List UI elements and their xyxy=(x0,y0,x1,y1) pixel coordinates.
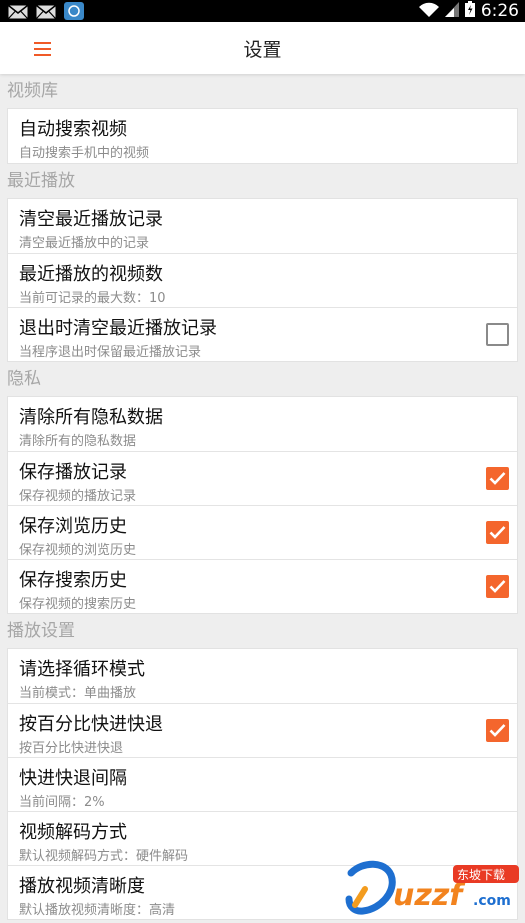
checkbox-checked[interactable] xyxy=(486,575,509,598)
check-icon xyxy=(489,472,506,485)
setting-title: 保存搜索历史 xyxy=(19,570,127,591)
wifi-icon xyxy=(418,2,439,21)
setting-title: 清空最近播放记录 xyxy=(19,209,163,230)
setting-subtitle: 当前模式：单曲播放 xyxy=(19,686,137,701)
setting-subtitle: 当程序退出时保留最近播放记录 xyxy=(19,345,202,360)
section-card-library: 自动搜索视频 自动搜索手机中的视频 xyxy=(7,108,518,164)
settings-list: 视频库 自动搜索视频 自动搜索手机中的视频 最近播放 清空最近播放记录 清空最近… xyxy=(0,74,525,920)
setting-subtitle: 自动搜索手机中的视频 xyxy=(19,146,150,161)
setting-item-clear-recent[interactable]: 清空最近播放记录 清空最近播放中的记录 xyxy=(8,199,517,253)
section-card-privacy: 清除所有隐私数据 清除所有的隐私数据 保存播放记录 保存视频的播放记录 保存浏览… xyxy=(7,396,518,614)
setting-title: 保存播放记录 xyxy=(19,462,127,483)
setting-subtitle: 保存视频的播放记录 xyxy=(19,489,137,504)
setting-item-loop-mode[interactable]: 请选择循环模式 当前模式：单曲播放 xyxy=(8,649,517,703)
setting-subtitle: 当前可记录的最大数：10 xyxy=(19,291,166,306)
section-card-recent: 清空最近播放记录 清空最近播放中的记录 最近播放的视频数 当前可记录的最大数：1… xyxy=(7,198,518,362)
setting-item-save-search-history[interactable]: 保存搜索历史 保存视频的搜索历史 xyxy=(8,559,517,613)
section-header-playback: 播放设置 xyxy=(7,621,75,641)
watermark-brand: uzzf xyxy=(393,878,466,913)
checkbox-checked[interactable] xyxy=(486,521,509,544)
setting-subtitle: 默认播放视频清晰度：高清 xyxy=(19,903,176,918)
checkbox-unchecked[interactable] xyxy=(486,323,509,346)
setting-item-clear-privacy[interactable]: 清除所有隐私数据 清除所有的隐私数据 xyxy=(8,397,517,451)
watermark-logo: uzzf .com 东坡下载 xyxy=(341,859,521,917)
setting-subtitle: 清空最近播放中的记录 xyxy=(19,236,150,251)
battery-icon xyxy=(464,1,475,21)
setting-item-clear-recent-on-exit[interactable]: 退出时清空最近播放记录 当程序退出时保留最近播放记录 xyxy=(8,307,517,361)
status-bar: 6:26 xyxy=(0,0,525,22)
setting-title: 视频解码方式 xyxy=(19,822,127,843)
checkbox-checked[interactable] xyxy=(486,719,509,742)
setting-item-save-play-history[interactable]: 保存播放记录 保存视频的播放记录 xyxy=(8,451,517,505)
app-bar: 设置 xyxy=(0,22,525,74)
setting-subtitle: 当前间隔：2% xyxy=(19,795,105,810)
setting-item-seek-interval[interactable]: 快进快退间隔 当前间隔：2% xyxy=(8,757,517,811)
check-icon xyxy=(489,724,506,737)
setting-item-auto-search[interactable]: 自动搜索视频 自动搜索手机中的视频 xyxy=(8,109,517,163)
mail-icon xyxy=(8,4,28,23)
setting-subtitle: 按百分比快进快退 xyxy=(19,741,124,756)
setting-item-percent-seek[interactable]: 按百分比快进快退 按百分比快进快退 xyxy=(8,703,517,757)
setting-title: 播放视频清晰度 xyxy=(19,876,145,897)
setting-title: 退出时清空最近播放记录 xyxy=(19,318,217,339)
check-icon xyxy=(489,580,506,593)
setting-title: 最近播放的视频数 xyxy=(19,264,163,285)
section-header-library: 视频库 xyxy=(7,81,58,101)
section-header-recent: 最近播放 xyxy=(7,171,75,191)
signal-icon xyxy=(444,1,459,21)
setting-item-decode-mode[interactable]: 视频解码方式 默认视频解码方式：硬件解码 xyxy=(8,811,517,865)
watermark-suffix: .com xyxy=(473,893,511,909)
setting-title: 清除所有隐私数据 xyxy=(19,407,163,428)
setting-subtitle: 保存视频的搜索历史 xyxy=(19,597,137,612)
setting-subtitle: 保存视频的浏览历史 xyxy=(19,543,137,558)
setting-title: 请选择循环模式 xyxy=(19,659,145,680)
section-header-privacy: 隐私 xyxy=(7,369,41,389)
setting-title: 按百分比快进快退 xyxy=(19,714,163,735)
setting-subtitle: 默认视频解码方式：硬件解码 xyxy=(19,849,189,864)
setting-item-save-browse-history[interactable]: 保存浏览历史 保存视频的浏览历史 xyxy=(8,505,517,559)
checkbox-checked[interactable] xyxy=(486,467,509,490)
watermark-tag: 东坡下载 xyxy=(457,868,505,882)
app-notification-icon xyxy=(64,2,84,24)
setting-title: 自动搜索视频 xyxy=(19,119,127,140)
setting-item-recent-count[interactable]: 最近播放的视频数 当前可记录的最大数：10 xyxy=(8,253,517,307)
check-icon xyxy=(489,526,506,539)
page-title: 设置 xyxy=(243,39,282,61)
setting-title: 保存浏览历史 xyxy=(19,516,127,537)
mail-icon xyxy=(36,4,56,23)
setting-title: 快进快退间隔 xyxy=(19,768,127,789)
status-time: 6:26 xyxy=(480,1,519,21)
setting-subtitle: 清除所有的隐私数据 xyxy=(19,434,137,449)
